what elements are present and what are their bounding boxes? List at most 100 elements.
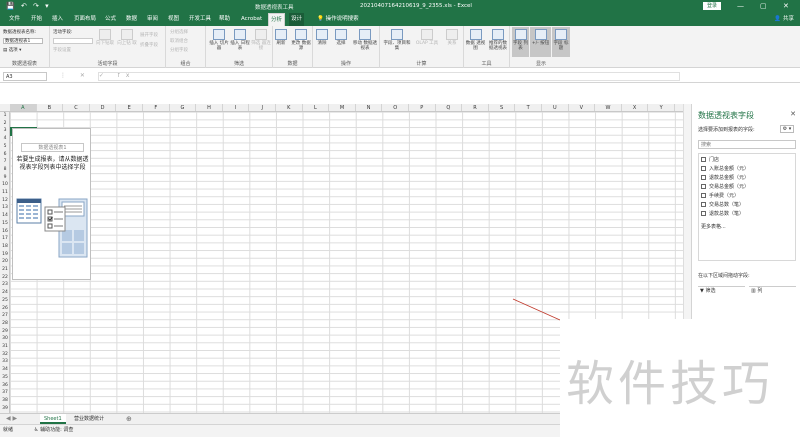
sheet-nav-arrows-icon[interactable]: ◀ ▶ — [6, 414, 17, 424]
row-header[interactable]: 18 — [0, 243, 9, 251]
refresh-button[interactable]: 刷新 — [273, 29, 289, 46]
column-header[interactable]: G — [170, 104, 197, 111]
row-header[interactable]: 11 — [0, 189, 9, 197]
row-header[interactable]: 21 — [0, 266, 9, 274]
column-header[interactable]: L — [303, 104, 330, 111]
row-header[interactable]: 5 — [0, 143, 9, 151]
column-header[interactable]: R — [462, 104, 489, 111]
pane-settings-icon[interactable]: ⚙ ▾ — [780, 125, 794, 133]
row-header[interactable]: 20 — [0, 258, 9, 266]
row-header[interactable]: 8 — [0, 166, 9, 174]
column-header[interactable]: Z — [675, 104, 683, 111]
row-header[interactable]: 2 — [0, 120, 9, 128]
row-header[interactable]: 39 — [0, 405, 9, 413]
row-header[interactable]: 33 — [0, 358, 9, 366]
olap-tools-button[interactable]: OLAP 工具 — [413, 29, 441, 46]
tab-developer[interactable]: 开发工具 — [187, 13, 213, 26]
tab-help[interactable]: 帮助 — [217, 13, 232, 26]
row-header[interactable]: 1 — [0, 112, 9, 120]
field-settings-button[interactable]: 字段设置 — [53, 47, 71, 53]
row-header[interactable]: 13 — [0, 204, 9, 212]
name-box[interactable]: A3 — [3, 72, 47, 81]
row-header[interactable]: 6 — [0, 151, 9, 159]
minimize-icon[interactable]: — — [737, 2, 744, 10]
active-field-input[interactable] — [53, 38, 93, 44]
field-item[interactable]: 手续费（元） — [701, 193, 739, 200]
column-header[interactable]: F — [143, 104, 170, 111]
tab-file[interactable]: 文件 — [7, 13, 22, 26]
quick-access-toolbar[interactable]: 💾 ↶ ↷ ▾ — [6, 2, 51, 10]
add-sheet-icon[interactable]: ⊕ — [122, 414, 136, 424]
row-header[interactable]: 38 — [0, 397, 9, 405]
row-header[interactable]: 12 — [0, 197, 9, 205]
row-header[interactable]: 14 — [0, 212, 9, 220]
pane-close-icon[interactable]: ✕ — [790, 110, 796, 118]
column-header[interactable]: D — [90, 104, 117, 111]
expand-field-button[interactable]: 展开字段 — [140, 32, 158, 38]
share-button[interactable]: 👤 共享 — [774, 13, 794, 26]
relationships-button[interactable]: 关系 — [442, 29, 462, 46]
row-header[interactable]: 19 — [0, 251, 9, 259]
tab-data[interactable]: 数据 — [124, 13, 139, 26]
row-header[interactable]: 31 — [0, 343, 9, 351]
field-checkbox[interactable] — [701, 211, 706, 216]
column-header[interactable]: C — [63, 104, 90, 111]
column-header[interactable]: E — [116, 104, 143, 111]
column-header[interactable]: T — [515, 104, 542, 111]
field-item[interactable]: 交易总数（笔） — [701, 202, 744, 209]
move-pivot-button[interactable]: 移动 数据透视表 — [351, 29, 379, 51]
field-checkbox[interactable] — [701, 193, 706, 198]
drill-up-button[interactable]: 向上钻 取 — [117, 29, 137, 46]
sheet-tab-2[interactable]: 营业数据统计 — [70, 414, 108, 424]
row-header[interactable]: 28 — [0, 320, 9, 328]
column-header[interactable]: H — [196, 104, 223, 111]
tab-acrobat[interactable]: Acrobat — [239, 13, 264, 26]
row-header[interactable]: 22 — [0, 274, 9, 282]
row-header[interactable]: 26 — [0, 305, 9, 313]
row-header[interactable]: 10 — [0, 181, 9, 189]
column-header[interactable]: V — [569, 104, 596, 111]
field-headers-button[interactable]: 字段 标题 — [552, 27, 570, 57]
row-header[interactable]: 3 — [0, 127, 9, 135]
group-field-button[interactable]: 分组字段 — [170, 47, 188, 53]
row-header[interactable]: 35 — [0, 374, 9, 382]
column-header[interactable]: Q — [436, 104, 463, 111]
field-item[interactable]: 门店 — [701, 157, 719, 164]
tell-me-search[interactable]: 💡 操作说明搜索 — [315, 13, 361, 26]
tab-analyze[interactable]: 分析 — [268, 13, 286, 26]
column-header[interactable]: J — [249, 104, 276, 111]
row-header[interactable]: 24 — [0, 289, 9, 297]
row-header[interactable]: 9 — [0, 174, 9, 182]
login-button[interactable]: 登录 — [703, 2, 721, 10]
column-header[interactable]: I — [223, 104, 250, 111]
row-header[interactable]: 25 — [0, 297, 9, 305]
pivot-name-input[interactable]: 数据透视表1 — [3, 38, 43, 44]
tab-home[interactable]: 开始 — [29, 13, 44, 26]
row-header[interactable]: 16 — [0, 228, 9, 236]
filter-connections-button[interactable]: 筛选 器连接 — [251, 29, 271, 51]
collapse-field-button[interactable]: 折叠字段 — [140, 42, 158, 48]
recommended-pivot-button[interactable]: 推荐的数 据透视表 — [487, 29, 509, 51]
pivot-placeholder[interactable]: 数据透视表1 若要生成报表，请从数据透视表字段列表中选择字段 — [12, 128, 91, 280]
insert-timeline-button[interactable]: 插入 日程表 — [230, 29, 250, 51]
ungroup-button[interactable]: 取消组合 — [170, 38, 188, 44]
column-header[interactable]: X — [622, 104, 649, 111]
column-header[interactable]: Y — [648, 104, 675, 111]
plus-minus-buttons[interactable]: +/- 按钮 — [530, 27, 551, 57]
tab-design[interactable]: 设计 — [289, 13, 305, 26]
field-checkbox[interactable] — [701, 184, 706, 189]
row-header[interactable]: 17 — [0, 235, 9, 243]
row-header[interactable]: 32 — [0, 351, 9, 359]
field-checkbox[interactable] — [701, 175, 706, 180]
column-header[interactable]: B — [37, 104, 64, 111]
column-header[interactable]: S — [489, 104, 516, 111]
tab-formulas[interactable]: 公式 — [103, 13, 118, 26]
field-item[interactable]: 入账总金额（元） — [701, 166, 749, 173]
tab-review[interactable]: 审阅 — [145, 13, 160, 26]
group-selection-button[interactable]: 分组选择 — [170, 29, 188, 35]
row-header[interactable]: 4 — [0, 135, 9, 143]
column-header[interactable]: K — [276, 104, 303, 111]
row-header[interactable]: 34 — [0, 366, 9, 374]
maximize-icon[interactable]: ▢ — [760, 2, 767, 10]
field-checkbox[interactable] — [701, 157, 706, 162]
